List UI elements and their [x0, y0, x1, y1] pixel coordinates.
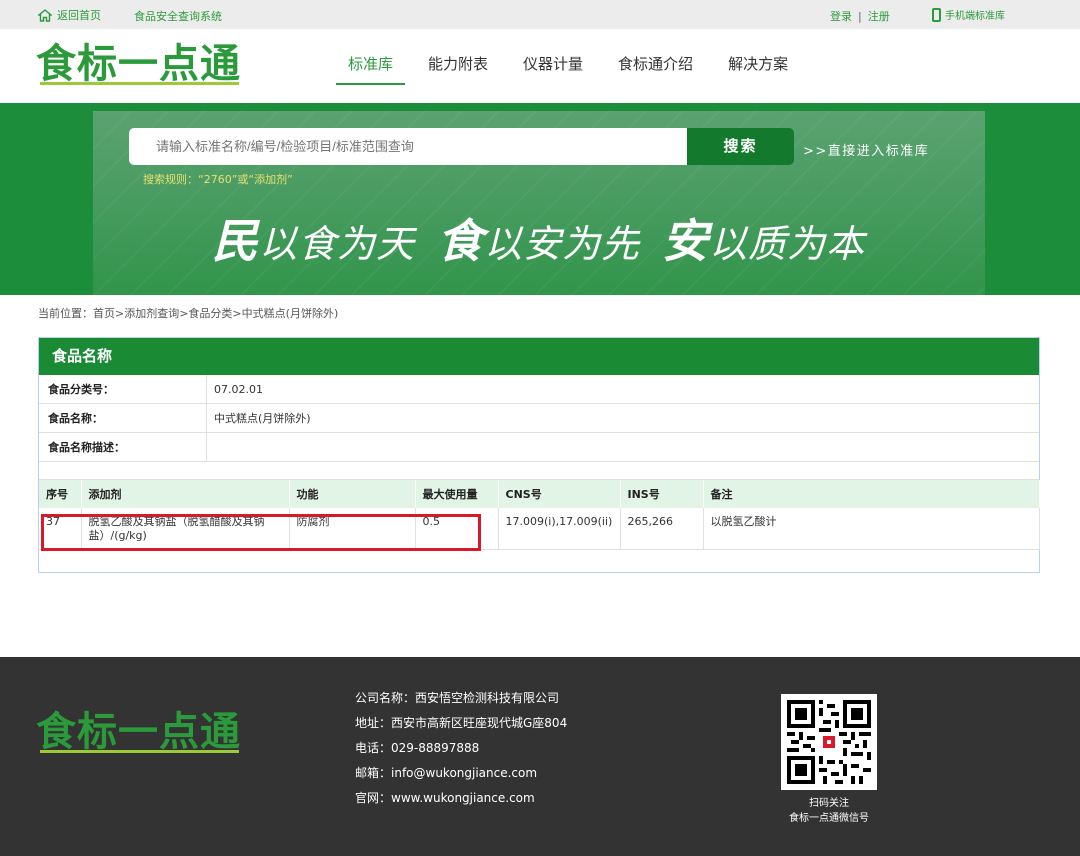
company-name: 公司名称：西安悟空检测科技有限公司 [355, 691, 560, 705]
header: 食标一点通 标准库 能力附表 仪器计量 食标通介绍 解决方案 [0, 29, 1080, 103]
info-label: 食品名称描述： [39, 433, 207, 461]
panel-title: 食品名称 [39, 338, 1039, 375]
home-link[interactable]: 返回首页 [38, 7, 101, 23]
nav-item-solutions[interactable]: 解决方案 [716, 29, 800, 103]
column-header: 序号 [39, 480, 82, 508]
table-cell: 以脱氢乙酸计 [703, 508, 1040, 550]
auth-separator: | [858, 10, 862, 23]
nav-item-capability[interactable]: 能力附表 [416, 29, 500, 103]
slogan-big-3: 安 [662, 214, 710, 268]
top-bar: 返回首页 食品安全查询系统 登录 | 注册 手机端标准库 [0, 0, 1080, 29]
info-value: 07.02.01 [214, 383, 263, 396]
company-website[interactable]: 官网：www.wukongjiance.com [355, 789, 567, 814]
column-header: 最大使用量 [415, 480, 499, 508]
column-header: 备注 [703, 480, 1040, 508]
info-value: 中式糕点(月饼除外) [214, 412, 311, 425]
slogan-big-1: 民 [212, 214, 259, 268]
info-value [207, 433, 214, 461]
info-row-description: 食品名称描述： [39, 433, 1039, 462]
column-header: 添加剂 [81, 480, 290, 508]
qr-caption: 扫码关注 食标一点通微信号 [770, 796, 888, 826]
table-cell: 17.009(i),17.009(ii) [498, 508, 621, 550]
footer-logo: 食标一点通 [36, 709, 241, 755]
company-info: 公司名称：西安悟空检测科技有限公司 地址：西安市高新区旺座现代城G座804 电话… [355, 689, 567, 814]
phone-icon [932, 7, 941, 22]
info-label: 食品分类号： [39, 375, 207, 403]
system-link[interactable]: 食品安全查询系统 [134, 8, 222, 24]
slogan-big-2: 食 [437, 214, 485, 268]
search-button[interactable]: 搜索 [687, 128, 794, 165]
login-link[interactable]: 登录 [830, 10, 852, 23]
mobile-link[interactable]: 手机端标准库 [932, 7, 1005, 22]
company-email[interactable]: 邮箱：info@wukongjiance.com [355, 764, 567, 789]
home-icon [38, 8, 52, 22]
company-address: 地址：西安市高新区旺座现代城G座804 [355, 716, 568, 730]
red-highlight-box [41, 514, 481, 551]
info-row-category: 食品分类号： 07.02.01 [39, 375, 1039, 404]
column-header: INS号 [620, 480, 704, 508]
panel-spacer [39, 462, 1039, 480]
main-nav: 标准库 能力附表 仪器计量 食标通介绍 解决方案 [336, 29, 811, 103]
table-header-row: 序号 添加剂 功能 最大使用量 CNS号 INS号 备注 [39, 480, 1040, 508]
home-link-label: 返回首页 [57, 9, 101, 22]
qr-caption-line2: 食标一点通微信号 [789, 813, 869, 824]
table-cell: 265,266 [620, 508, 704, 550]
direct-to-library-link[interactable]: >>直接进入标准库 [803, 140, 929, 159]
company-phone: 电话：029-88897888 [355, 741, 480, 755]
info-label: 食品名称： [39, 404, 207, 432]
search-input[interactable] [129, 128, 687, 165]
breadcrumb: 当前位置：首页>添加剂查询>食品分类>中式糕点(月饼除外) [38, 307, 339, 320]
qr-code-icon [787, 700, 871, 784]
wechat-qr-code [781, 694, 877, 790]
slogan-rest-2: 以安为先 [484, 222, 641, 266]
nav-item-instruments[interactable]: 仪器计量 [511, 29, 595, 103]
nav-item-standards[interactable]: 标准库 [336, 29, 406, 103]
footer: 食标一点通 公司名称：西安悟空检测科技有限公司 地址：西安市高新区旺座现代城G座… [0, 657, 1080, 856]
slogan-rest-1: 以食为天 [259, 222, 416, 266]
mobile-link-label: 手机端标准库 [945, 11, 1005, 22]
search-rule-hint: 搜索规则：“2760”或“添加剂” [143, 173, 293, 186]
info-row-name: 食品名称： 中式糕点(月饼除外) [39, 404, 1039, 433]
slogan-rest-3: 以质为本 [709, 222, 866, 266]
qr-caption-line1: 扫码关注 [809, 798, 849, 809]
site-logo[interactable]: 食标一点通 [36, 41, 241, 87]
register-link[interactable]: 注册 [868, 10, 890, 23]
nav-item-about[interactable]: 食标通介绍 [606, 29, 705, 103]
column-header: 功能 [289, 480, 416, 508]
slogan: 民以食为天 食以安为先 安以质为本 [212, 205, 865, 271]
auth-links: 登录 | 注册 [830, 8, 890, 24]
column-header: CNS号 [498, 480, 621, 508]
